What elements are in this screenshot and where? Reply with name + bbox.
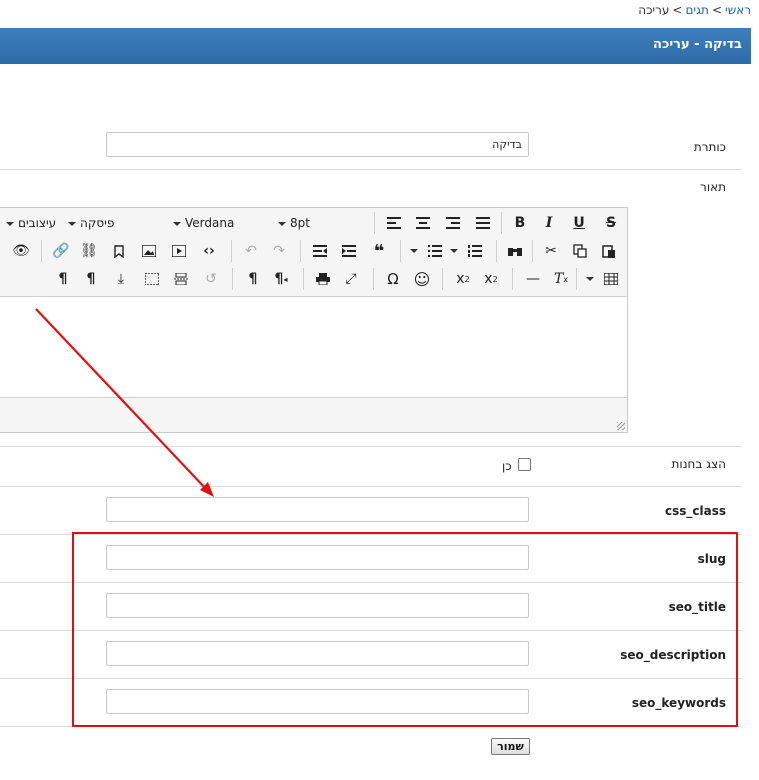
annotation-arrow [35,308,214,497]
